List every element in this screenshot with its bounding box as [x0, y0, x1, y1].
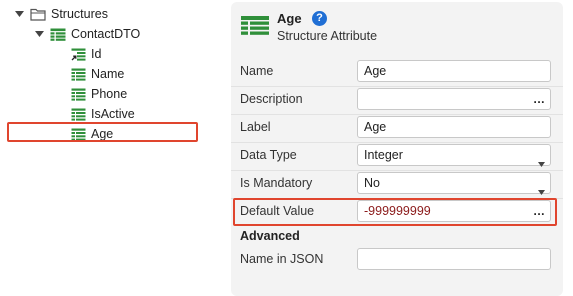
properties-panel: Age ? Structure Attribute Name Age Descr… — [231, 2, 563, 296]
tree-node-phone[interactable]: Phone — [71, 84, 127, 104]
prop-row-label: Label Age — [231, 114, 563, 142]
prop-row-name: Name Age — [231, 58, 563, 86]
panel-title: Age — [277, 11, 302, 26]
field-value: Age — [364, 64, 387, 78]
label-field[interactable]: Age — [357, 116, 551, 138]
attribute-icon — [71, 68, 86, 81]
field-value: No — [364, 176, 380, 190]
prop-label: Is Mandatory — [240, 176, 313, 190]
name-field[interactable]: Age — [357, 60, 551, 82]
field-value: Age — [364, 120, 387, 134]
tree-label: Name — [91, 67, 125, 81]
tree-label: ContactDTO — [71, 27, 141, 41]
panel-subtitle: Structure Attribute — [277, 29, 378, 43]
tree-label: Id — [91, 47, 102, 61]
structure-attribute-icon — [241, 16, 269, 39]
prop-row-description: Description ... — [231, 86, 563, 114]
structure-tree: Structures ContactDTO Id Name Phone IsAc… — [0, 0, 205, 150]
attribute-icon — [71, 108, 86, 121]
chevron-down-icon[interactable] — [34, 29, 44, 39]
selected-node-highlight — [7, 122, 198, 142]
structure-icon — [50, 28, 66, 41]
tree-label: Structures — [51, 7, 108, 21]
field-value: Integer — [364, 148, 403, 162]
attribute-icon — [71, 88, 86, 101]
prop-label: Label — [240, 120, 271, 134]
tree-node-structures[interactable]: Structures — [14, 4, 108, 24]
is-mandatory-select[interactable]: No — [357, 172, 551, 195]
panel-header: Age ? Structure Attribute — [231, 2, 563, 48]
prop-label: Name — [240, 64, 274, 78]
tree-node-id[interactable]: Id — [71, 44, 101, 64]
help-icon[interactable]: ? — [312, 11, 327, 26]
tree-label: IsActive — [91, 107, 135, 121]
prop-row-is-mandatory: Is Mandatory No — [231, 170, 563, 198]
prop-label: Data Type — [240, 148, 297, 162]
identifier-attribute-icon — [71, 48, 86, 61]
tree-node-isactive[interactable]: IsActive — [71, 104, 135, 124]
prop-row-name-in-json: Name in JSON — [231, 246, 563, 274]
tree-node-contactdto[interactable]: ContactDTO — [34, 24, 140, 44]
data-type-select[interactable]: Integer — [357, 144, 551, 167]
folder-icon — [30, 8, 46, 21]
name-in-json-field[interactable] — [357, 248, 551, 270]
chevron-down-icon[interactable] — [14, 9, 24, 19]
prop-label: Description — [240, 92, 303, 106]
more-options-button[interactable]: ... — [533, 89, 545, 109]
description-field[interactable]: ... — [357, 88, 551, 110]
advanced-section-title: Advanced — [240, 229, 300, 243]
prop-row-data-type: Data Type Integer — [231, 142, 563, 170]
prop-label: Name in JSON — [240, 252, 324, 266]
default-value-highlight — [233, 198, 557, 226]
tree-label: Phone — [91, 87, 128, 101]
tree-node-name[interactable]: Name — [71, 64, 124, 84]
